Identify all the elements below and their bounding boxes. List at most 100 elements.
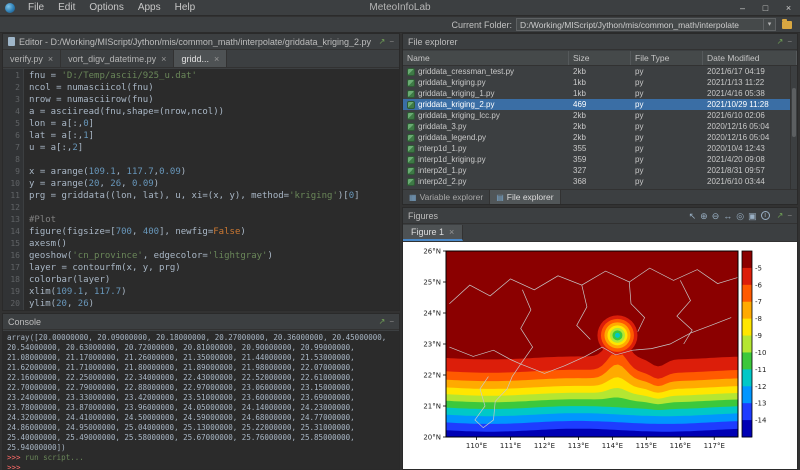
figure-canvas[interactable]: 110°E111°E112°E113°E114°E115°E116°E117°E… (403, 242, 797, 469)
file-row[interactable]: griddata_kriging_lcc.py2kbpy2021/6/10 02… (403, 110, 790, 121)
info-icon[interactable]: i (761, 211, 770, 220)
float-panel-icon[interactable]: ↗ (379, 315, 386, 329)
line-number: 19 (3, 286, 20, 298)
menu-options[interactable]: Options (82, 0, 130, 16)
editor-panel: Editor - D:/Working/MIScript/Jython/mis/… (2, 33, 400, 311)
chevron-down-icon[interactable]: ▾ (763, 19, 775, 30)
close-icon[interactable]: × (161, 54, 166, 64)
editor-tab-verify-py[interactable]: verify.py× (3, 50, 61, 67)
file-row[interactable]: griddata_cressman_test.py2kbpy2021/6/17 … (403, 66, 790, 77)
editor-body: 1234567891011121314151617181920 fnu = 'D… (3, 69, 399, 310)
code-token: , (121, 179, 132, 189)
close-icon[interactable]: × (48, 54, 53, 64)
editor-tab-vort-digv-datetime-py[interactable]: vort_digv_datetime.py× (61, 50, 174, 67)
file-explorer-panel-controls: ↗ − (777, 35, 792, 49)
minimize-panel-icon[interactable]: − (389, 315, 394, 329)
svg-text:-12: -12 (755, 383, 766, 391)
code-line: axesm() (29, 238, 399, 250)
current-folder-bar: Current Folder: D:/Working/MIScript/Jyth… (0, 17, 800, 33)
current-folder-combobox[interactable]: D:/Working/MIScript/Jython/mis/common_ma… (516, 18, 776, 31)
code-token: geoshow( (29, 251, 72, 261)
window-close-button[interactable]: × (777, 0, 800, 16)
minimize-panel-icon[interactable]: − (389, 35, 394, 49)
close-icon[interactable]: × (449, 227, 454, 237)
console-line: 23.24000000, 23.33000000, 23.42000000, 2… (7, 393, 395, 403)
pan-icon[interactable]: ↔ (723, 209, 732, 223)
tab-label: gridd... (181, 54, 209, 64)
code-token: ylim( (29, 299, 56, 309)
minimize-panel-icon[interactable]: − (787, 209, 792, 223)
python-file-icon (407, 68, 415, 76)
file-type-cell: py (631, 122, 703, 131)
console-text: 21.62000000, 21.71000000, 21.80000000, 2… (7, 363, 355, 372)
browse-folder-button[interactable] (779, 18, 795, 31)
code-line: y = arange(20, 26, 0.09) (29, 178, 399, 190)
console-output[interactable]: array([20.00000000, 20.09000000, 20.1800… (3, 331, 399, 469)
console-line: array([20.00000000, 20.09000000, 20.1800… (7, 333, 395, 343)
file-row[interactable]: griddata_kriging_2.py469py2021/10/29 11:… (403, 99, 790, 110)
file-row[interactable]: griddata_kriging.py1kbpy2021/1/13 11:22 (403, 77, 790, 88)
pointer-icon[interactable]: ↖ (689, 209, 697, 223)
close-icon[interactable]: × (214, 54, 219, 64)
file-row[interactable]: interp1d_1.py355py2020/10/4 12:43 (403, 143, 790, 154)
file-row[interactable]: griddata_3.py2kbpy2020/12/16 05:04 (403, 121, 790, 132)
column-header-size[interactable]: Size (569, 51, 631, 65)
menu-help[interactable]: Help (168, 0, 203, 16)
svg-text:112°E: 112°E (534, 442, 555, 450)
menu-edit[interactable]: Edit (51, 0, 82, 16)
file-modified-cell: 2020/12/16 05:04 (703, 133, 790, 142)
float-panel-icon[interactable]: ↗ (379, 35, 386, 49)
scrollbar[interactable] (790, 66, 797, 189)
bottom-tab-file-explorer[interactable]: ▤File explorer (490, 190, 560, 204)
full-extent-icon[interactable]: ◎ (736, 209, 744, 223)
console-text: array([20.00000000, 20.09000000, 20.1800… (7, 333, 386, 342)
file-modified-cell: 2020/10/4 12:43 (703, 144, 790, 153)
window-controls: – □ × (731, 0, 800, 16)
file-name-cell: interp2d_1.py (403, 166, 569, 175)
zoom-out-icon[interactable]: ⊖ (712, 209, 720, 223)
svg-text:24°N: 24°N (423, 310, 441, 318)
file-row[interactable]: interp2d_2.py368py2021/6/10 03:44 (403, 176, 790, 187)
column-header-name[interactable]: Name (403, 51, 569, 65)
file-row[interactable]: griddata_kriging_1.py1kbpy2021/4/16 05:3… (403, 88, 790, 99)
svg-text:26°N: 26°N (423, 248, 441, 256)
file-row[interactable]: interp1d_kriging.py359py2021/4/20 09:08 (403, 154, 790, 165)
figure-tab[interactable]: Figure 1 × (403, 225, 463, 241)
line-number: 15 (3, 238, 20, 250)
column-header-date-modified[interactable]: Date Modified (703, 51, 797, 65)
file-name-cell: griddata_kriging.py (403, 78, 569, 87)
line-number: 4 (3, 106, 20, 118)
bottom-tab-variable-explorer[interactable]: ▦Variable explorer (403, 190, 490, 204)
zoom-in-icon[interactable]: ⊕ (700, 209, 708, 223)
menu-file[interactable]: File (21, 0, 51, 16)
file-size-cell: 2kb (569, 67, 631, 76)
code-token: ) (267, 251, 272, 261)
scrollbar-thumb[interactable] (792, 88, 796, 137)
editor-tab-gridd-[interactable]: gridd... × (174, 50, 227, 67)
window-maximize-button[interactable]: □ (754, 0, 777, 16)
python-file-icon (407, 123, 415, 131)
code-token: ] (78, 143, 83, 153)
code-token: , (132, 227, 143, 237)
code-token: 400 (143, 227, 159, 237)
code-token: ] (354, 191, 359, 201)
file-row[interactable]: interp2d_1.py327py2021/8/31 09:57 (403, 165, 790, 176)
code-token: ) (181, 167, 186, 177)
code-line: xlim(109.1, 117.7) (29, 286, 399, 298)
code-token: ) (240, 227, 245, 237)
code-area[interactable]: fnu = 'D:/Temp/ascii/925_u.dat'ncol = nu… (24, 69, 399, 310)
editor-panel-controls: ↗ − (379, 35, 394, 49)
python-file-icon (407, 134, 415, 142)
float-panel-icon[interactable]: ↗ (777, 209, 784, 223)
file-row[interactable]: griddata_legend.py2kbpy2020/12/16 05:04 (403, 132, 790, 143)
float-panel-icon[interactable]: ↗ (777, 35, 784, 49)
window-minimize-button[interactable]: – (731, 0, 754, 16)
menu-apps[interactable]: Apps (131, 0, 168, 16)
code-token: 'kriging' (289, 191, 338, 201)
column-header-file-type[interactable]: File Type (631, 51, 703, 65)
minimize-panel-icon[interactable]: − (787, 35, 792, 49)
code-line (29, 154, 399, 166)
save-icon[interactable]: ▣ (748, 209, 757, 223)
code-token: 26 (110, 179, 121, 189)
console-line: 21.62000000, 21.71000000, 21.80000000, 2… (7, 363, 395, 373)
